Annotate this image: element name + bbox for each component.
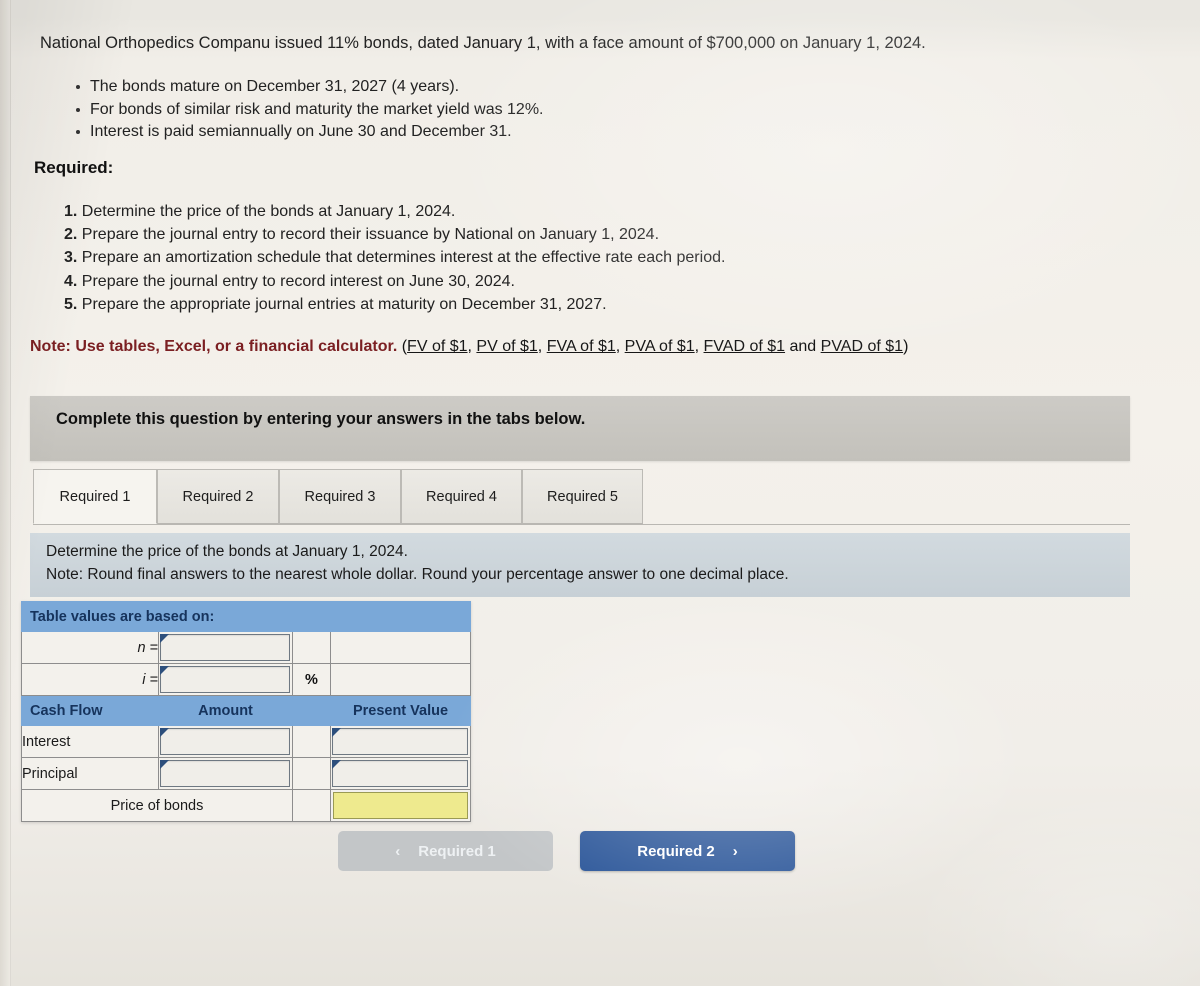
table-row: Principal <box>21 757 471 790</box>
n-input-cell[interactable] <box>158 631 293 664</box>
required-item-number: 5. <box>64 295 78 313</box>
required-item-text: Determine the price of the bonds at Janu… <box>81 203 456 220</box>
n-input[interactable] <box>160 634 290 661</box>
required-item-number: 1. <box>64 203 78 220</box>
row-label-interest: Interest <box>21 725 159 758</box>
chevron-left-icon: ‹ <box>395 842 401 860</box>
column-header-cash-flow: Cash Flow <box>21 695 159 726</box>
i-input-cell[interactable] <box>158 663 293 696</box>
problem-bullet-list: The bonds mature on December 31, 2027 (4… <box>72 76 972 144</box>
complete-question-banner: Complete this question by entering your … <box>30 396 1130 461</box>
price-of-bonds-input[interactable] <box>333 792 468 819</box>
total-spacer-cell <box>292 789 331 822</box>
bond-price-answer-table: Table values are based on: n = i = % Cas… <box>21 601 471 822</box>
interest-amount-cell[interactable] <box>158 725 293 758</box>
principal-present-value-input[interactable] <box>332 760 468 787</box>
table-row-i: i = % <box>21 663 471 696</box>
tab-required-1[interactable]: Required 1 <box>33 469 157 524</box>
n-blank-cell <box>330 631 471 664</box>
required-item-text: Prepare the journal entry to record thei… <box>81 226 660 244</box>
tab-required-5[interactable]: Required 5 <box>522 469 643 524</box>
link-pv-of-1[interactable]: PV of $1 <box>476 338 537 355</box>
tab-label: Required 2 <box>182 488 254 505</box>
principal-present-value-cell[interactable] <box>330 757 471 790</box>
table-title-row: Table values are based on: <box>21 601 471 632</box>
table-title: Table values are based on: <box>21 601 471 632</box>
interest-present-value-cell[interactable] <box>330 725 471 758</box>
n-unit-cell <box>292 631 331 664</box>
i-blank-cell <box>330 663 471 696</box>
tab-required-2[interactable]: Required 2 <box>157 469 279 524</box>
table-row: Interest <box>21 725 471 758</box>
problem-bullet: The bonds mature on December 31, 2027 (4… <box>72 76 972 99</box>
required-item: 3. Prepare an amortization schedule that… <box>64 246 1044 269</box>
chevron-right-icon: › <box>732 842 738 860</box>
tab-label: Required 4 <box>426 488 497 505</box>
required-item-text: Prepare an amortization schedule that de… <box>81 249 726 267</box>
interest-present-value-input[interactable] <box>332 728 468 755</box>
previous-required-button[interactable]: ‹ Required 1 <box>338 831 553 871</box>
tab-baseline <box>33 524 1130 525</box>
note-links-conjunction: and <box>785 338 821 355</box>
note-line: Note: Use tables, Excel, or a financial … <box>30 338 909 355</box>
interest-spacer-cell <box>292 725 331 758</box>
required-item: 4. Prepare the journal entry to record i… <box>64 270 1044 293</box>
n-label: n = <box>21 631 159 664</box>
column-header-amount: Amount <box>158 695 293 726</box>
tab-label: Required 5 <box>547 488 618 505</box>
link-fvad-of-1[interactable]: FVAD of $1 <box>704 338 786 355</box>
link-pva-of-1[interactable]: PVA of $1 <box>625 338 695 355</box>
required-item-number: 4. <box>64 272 78 290</box>
tab-label: Required 1 <box>59 488 131 505</box>
i-input[interactable] <box>160 666 290 693</box>
percent-symbol: % <box>292 663 331 696</box>
problem-bullet: Interest is paid semiannually on June 30… <box>72 121 972 144</box>
required-tab-strip: Required 1 Required 2 Required 3 Require… <box>33 469 1130 525</box>
required-item-number: 2. <box>64 226 78 244</box>
required-item: 1. Determine the price of the bonds at J… <box>64 200 1044 223</box>
required-item-number: 3. <box>64 249 78 267</box>
required-list: 1. Determine the price of the bonds at J… <box>64 200 1044 316</box>
price-of-bonds-cell[interactable] <box>330 789 471 822</box>
required-item: 2. Prepare the journal entry to record t… <box>64 223 1044 246</box>
note-links-close: ) <box>903 338 909 355</box>
question-content: National Orthopedics Companu issued 11% … <box>0 0 1200 986</box>
task-instruction-line2: Note: Round final answers to the nearest… <box>46 566 789 583</box>
required-item-text: Prepare the appropriate journal entries … <box>81 295 607 313</box>
row-label-principal: Principal <box>21 757 159 790</box>
i-label: i = <box>21 663 159 696</box>
previous-required-label: Required 1 <box>418 842 496 860</box>
required-item: 5. Prepare the appropriate journal entri… <box>64 293 1044 316</box>
interest-amount-input[interactable] <box>160 728 290 755</box>
problem-bullet: For bonds of similar risk and maturity t… <box>72 99 972 122</box>
next-required-button[interactable]: Required 2 › <box>580 831 795 871</box>
total-label-price-of-bonds: Price of bonds <box>21 789 293 822</box>
column-header-spacer <box>292 695 331 726</box>
principal-amount-input[interactable] <box>160 760 290 787</box>
table-total-row: Price of bonds <box>21 789 471 822</box>
task-instruction-bar: Determine the price of the bonds at Janu… <box>30 533 1130 597</box>
principal-amount-cell[interactable] <box>158 757 293 790</box>
problem-intro: National Orthopedics Companu issued 11% … <box>40 34 926 52</box>
link-pvad-of-1[interactable]: PVAD of $1 <box>821 338 903 355</box>
required-item-text: Prepare the journal entry to record inte… <box>81 272 515 290</box>
complete-question-text: Complete this question by entering your … <box>56 410 586 428</box>
next-required-label: Required 2 <box>637 842 715 860</box>
table-column-header-row: Cash Flow Amount Present Value <box>21 695 471 726</box>
table-row-n: n = <box>21 631 471 664</box>
link-fv-of-1[interactable]: FV of $1 <box>407 338 467 355</box>
tab-required-3[interactable]: Required 3 <box>279 469 401 524</box>
note-text: Use tables, Excel, or a financial calcul… <box>75 338 398 355</box>
principal-spacer-cell <box>292 757 331 790</box>
column-header-present-value: Present Value <box>330 695 471 726</box>
required-heading: Required: <box>34 158 114 177</box>
note-label: Note: <box>30 338 71 355</box>
tab-label: Required 3 <box>304 488 376 505</box>
task-instruction-line1: Determine the price of the bonds at Janu… <box>46 543 408 560</box>
link-fva-of-1[interactable]: FVA of $1 <box>547 338 616 355</box>
tab-required-4[interactable]: Required 4 <box>401 469 522 524</box>
